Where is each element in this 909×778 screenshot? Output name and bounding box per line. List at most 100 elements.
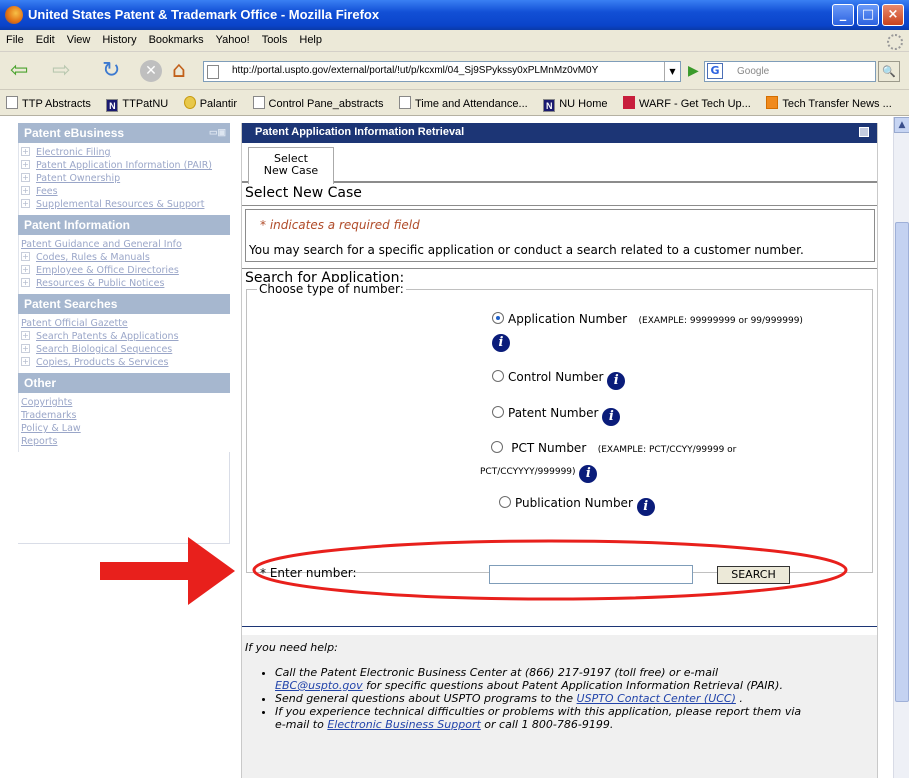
bookmark-time-attendance[interactable]: Time and Attendance...	[393, 96, 528, 110]
bookmarks-toolbar: TTP Abstracts N TTPatNU Palantir Control …	[0, 90, 909, 116]
radio-pct-number[interactable]: PCT Number (EXAMPLE: PCT/CCYY/99999 or P…	[480, 438, 870, 483]
tab-select-new-case[interactable]: Select New Case	[248, 147, 334, 184]
search-button[interactable]: SEARCH	[717, 566, 790, 584]
sidebar-item-supplemental[interactable]: + Supplemental Resources & Support	[21, 198, 228, 211]
radio-publication-number[interactable]: Publication Number i	[499, 496, 655, 516]
section-title: Select New Case	[242, 183, 877, 206]
bookmark-control-pane[interactable]: Control Pane_abstracts	[247, 96, 383, 110]
scroll-up-icon[interactable]: ▲	[894, 117, 909, 133]
info-icon[interactable]: i	[602, 408, 621, 426]
panel-header: Patent Application Information Retrieval	[242, 123, 877, 143]
radio-patent-number[interactable]: Patent Number i	[492, 406, 621, 426]
enter-number-label: * Enter number:	[260, 566, 357, 580]
sidebar-item-patent-ownership[interactable]: + Patent Ownership	[21, 172, 228, 185]
bookmark-ttp-abstracts[interactable]: TTP Abstracts	[0, 96, 91, 110]
info-icon[interactable]: i	[607, 372, 626, 390]
stop-button[interactable]: ✕	[140, 60, 162, 82]
number-input[interactable]	[489, 565, 693, 584]
google-engine-icon[interactable]: G	[707, 63, 723, 79]
window-titlebar: United States Patent & Trademark Office …	[0, 0, 909, 30]
url-text[interactable]: http://portal.uspto.gov/external/portal/…	[232, 65, 598, 76]
bookmark-ttpatnu[interactable]: N TTPatNU	[100, 98, 168, 112]
sidebar-header-patent-searches: Patent Searches	[18, 294, 230, 314]
info-icon[interactable]: i	[492, 334, 510, 352]
bookmark-warf[interactable]: WARF - Get Tech Up...	[617, 96, 751, 110]
bookmark-palantir[interactable]: Palantir	[178, 96, 237, 110]
go-button[interactable]: ▶	[688, 63, 699, 79]
maximize-panel-icon[interactable]	[859, 127, 869, 137]
url-bar[interactable]: http://portal.uspto.gov/external/portal/…	[203, 61, 681, 82]
minimize-icon[interactable]: ▭▣	[209, 127, 226, 138]
ucc-link[interactable]: USPTO Contact Center (UCC)	[577, 692, 736, 705]
sidebar-item-gazette[interactable]: Patent Official Gazette	[21, 317, 228, 330]
search-placeholder: Google	[737, 66, 770, 77]
menu-view[interactable]: View	[61, 30, 97, 46]
search-go-button[interactable]: 🔍	[878, 61, 900, 82]
menu-bookmarks[interactable]: Bookmarks	[143, 30, 210, 46]
radio-application-number[interactable]: Application Number (EXAMPLE: 99999999 or…	[492, 310, 872, 352]
divider	[242, 626, 877, 627]
menu-edit[interactable]: Edit	[30, 30, 61, 46]
expand-icon: +	[21, 147, 30, 156]
forward-button[interactable]: ⇨	[52, 58, 70, 84]
required-note: * indicates a required field	[260, 218, 420, 232]
vertical-scrollbar[interactable]: ▲	[893, 117, 909, 778]
minimize-button[interactable]: _	[832, 4, 854, 26]
radio-button[interactable]	[492, 370, 504, 382]
sidebar-item-resources[interactable]: + Resources & Public Notices	[21, 277, 228, 290]
fieldset-legend: Choose type of number:	[257, 282, 406, 296]
sidebar-item-electronic-filing[interactable]: + Electronic Filing	[21, 146, 228, 159]
radio-button[interactable]	[492, 406, 504, 418]
page-icon	[398, 96, 411, 109]
search-note: You may search for a specific applicatio…	[249, 243, 804, 257]
tab-row: Select New Case	[242, 143, 877, 184]
menu-history[interactable]: History	[96, 30, 142, 46]
sidebar-item-reports[interactable]: Reports	[21, 435, 228, 448]
sidebar-item-trademarks[interactable]: Trademarks	[21, 409, 228, 422]
expand-icon: +	[21, 160, 30, 169]
close-button[interactable]: ×	[882, 4, 904, 26]
sidebar-item-guidance[interactable]: Patent Guidance and General Info	[21, 238, 228, 251]
bookmark-nu-home[interactable]: N NU Home	[537, 98, 607, 112]
ebc-email-link[interactable]: EBC@uspto.gov	[275, 679, 363, 692]
palantir-icon	[183, 96, 196, 109]
back-button[interactable]: ⇦	[10, 58, 28, 84]
menu-yahoo[interactable]: Yahoo!	[210, 30, 256, 46]
expand-icon: +	[21, 252, 30, 261]
sidebar-item-directories[interactable]: + Employee & Office Directories	[21, 264, 228, 277]
reload-button[interactable]: ↻	[102, 58, 120, 84]
sidebar-header-patent-information: Patent Information	[18, 215, 230, 235]
sidebar-item-pair[interactable]: + Patent Application Information (PAIR)	[21, 159, 228, 172]
url-dropdown-icon[interactable]: ▼	[664, 62, 680, 81]
bookmark-tech-transfer[interactable]: Tech Transfer News ...	[760, 96, 892, 110]
sidebar-item-copies[interactable]: + Copies, Products & Services	[21, 356, 228, 369]
sidebar-item-policy-law[interactable]: Policy & Law	[21, 422, 228, 435]
sidebar-item-codes[interactable]: + Codes, Rules & Manuals	[21, 251, 228, 264]
window-title: United States Patent & Trademark Office …	[28, 7, 380, 22]
menu-file[interactable]: File	[0, 30, 30, 46]
sidebar-item-fees[interactable]: + Fees	[21, 185, 228, 198]
info-icon[interactable]: i	[579, 465, 598, 483]
search-box[interactable]: G Google	[704, 61, 876, 82]
warf-icon	[622, 96, 635, 109]
radio-button[interactable]	[499, 496, 511, 508]
help-intro: If you need help:	[245, 641, 338, 654]
sidebar-item-search-bio[interactable]: + Search Biological Sequences	[21, 343, 228, 356]
info-icon[interactable]: i	[636, 498, 655, 516]
radio-control-number[interactable]: Control Number i	[492, 370, 626, 390]
scrollbar-thumb[interactable]	[895, 222, 909, 702]
ebs-link[interactable]: Electronic Business Support	[327, 718, 480, 731]
help-item-ucc: Send general questions about USPTO progr…	[275, 692, 874, 705]
menu-help[interactable]: Help	[293, 30, 328, 46]
sidebar-header-ebusiness: Patent eBusiness ▭▣	[18, 123, 230, 143]
home-button[interactable]: ⌂	[172, 58, 186, 84]
nu-icon: N	[106, 99, 119, 112]
sidebar-item-search-patents[interactable]: + Search Patents & Applications	[21, 330, 228, 343]
annotation-arrow-icon	[100, 537, 235, 605]
maximize-button[interactable]: □	[857, 4, 879, 26]
radio-button[interactable]	[491, 441, 504, 453]
menu-tools[interactable]: Tools	[256, 30, 294, 46]
panel-title: Patent Application Information Retrieval	[255, 126, 465, 138]
radio-button-selected[interactable]	[492, 312, 504, 324]
sidebar-item-copyrights[interactable]: Copyrights	[21, 396, 228, 409]
